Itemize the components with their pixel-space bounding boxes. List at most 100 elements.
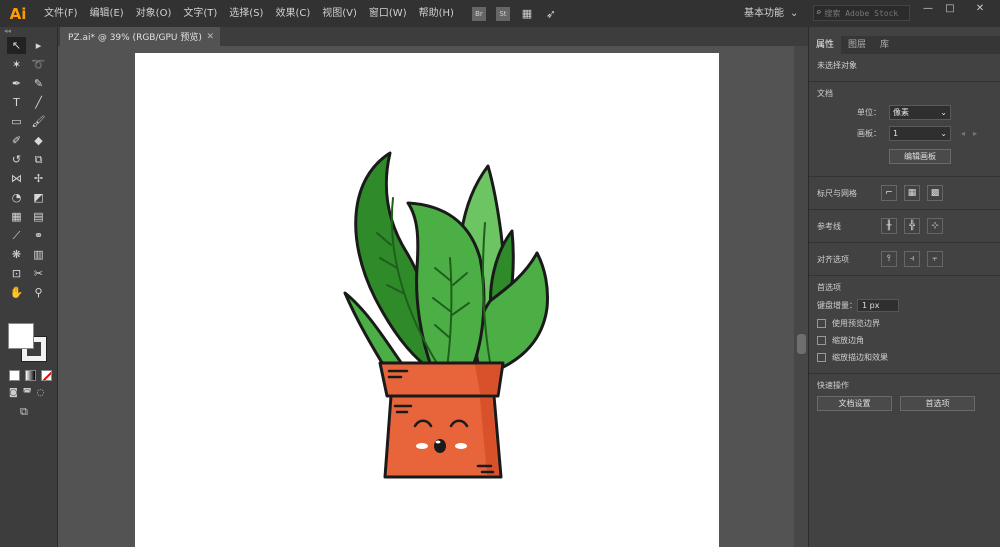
panel-collapse-icon[interactable]	[809, 27, 1000, 36]
menu-window[interactable]: 窗口(W)	[363, 0, 413, 27]
tab-properties[interactable]: 属性	[809, 36, 842, 54]
vertical-scrollbar[interactable]	[794, 46, 808, 547]
document-setup-button[interactable]: 文档设置	[817, 396, 892, 411]
artboard-select[interactable]: 1 ⌄	[889, 126, 951, 141]
hand-tool-icon[interactable]: ✋	[7, 284, 26, 301]
grid-icon[interactable]: ▦	[904, 185, 920, 201]
next-artboard-icon[interactable]: ▸	[973, 129, 977, 138]
magic-wand-tool-icon[interactable]: ✶	[7, 56, 26, 73]
artboard[interactable]	[135, 53, 719, 547]
draw-behind-icon[interactable]: ◚	[23, 388, 32, 398]
selection-tool-icon[interactable]: ↖	[7, 37, 26, 54]
smart-guides-icon[interactable]: ⊹	[927, 218, 943, 234]
minimize-button[interactable]: —	[918, 0, 938, 16]
paintbrush-tool-icon[interactable]: 🖌	[29, 113, 48, 130]
lock-guides-icon[interactable]: ╬	[904, 218, 920, 234]
ruler-icon[interactable]: ⌐	[881, 185, 897, 201]
document-tab[interactable]: PZ.ai* @ 39% (RGB/GPU 预览) ✕	[60, 27, 220, 46]
none-icon[interactable]	[41, 370, 52, 381]
align-to-selection-icon[interactable]: ⫞	[904, 251, 920, 267]
menu-object[interactable]: 对象(O)	[130, 0, 178, 27]
menu-help[interactable]: 帮助(H)	[413, 0, 460, 27]
blend-tool-icon[interactable]: ⚭	[29, 227, 48, 244]
rectangle-tool-icon[interactable]: ▭	[7, 113, 26, 130]
gradient-icon[interactable]	[25, 370, 36, 381]
direct-selection-tool-icon[interactable]: ▸	[29, 37, 48, 54]
mouth-highlight	[435, 440, 441, 444]
symbol-sprayer-tool-icon[interactable]: ❋	[7, 246, 26, 263]
guides-label: 参考线	[817, 221, 841, 231]
prev-artboard-icon[interactable]: ◂	[961, 129, 965, 138]
menu-edit[interactable]: 编辑(E)	[84, 0, 130, 27]
curvature-tool-icon[interactable]: ✎	[29, 75, 48, 92]
artboard-value: 1	[893, 129, 899, 138]
fill-swatch[interactable]	[8, 323, 34, 349]
document-section-title: 文档	[817, 89, 833, 98]
type-tool-icon[interactable]: T	[7, 94, 26, 111]
scrollbar-thumb[interactable]	[797, 334, 806, 354]
shape-builder-tool-icon[interactable]: ◔	[7, 189, 26, 206]
color-mode-row	[9, 370, 52, 381]
tab-libraries[interactable]: 库	[873, 36, 896, 54]
plant-illustration[interactable]	[135, 53, 719, 547]
document-tab-title: PZ.ai* @ 39% (RGB/GPU 预览)	[68, 33, 202, 43]
lasso-tool-icon[interactable]: ➰	[29, 56, 48, 73]
stock-icon[interactable]: St	[495, 6, 510, 21]
puppet-warp-tool-icon[interactable]: ✢	[29, 170, 48, 187]
eyedropper-tool-icon[interactable]: ⟋	[7, 227, 26, 244]
pen-tool-icon[interactable]: ✒	[7, 75, 26, 92]
stock-search[interactable]: ⌕ 搜索 Adobe Stock	[813, 5, 910, 21]
preferences-button[interactable]: 首选项	[900, 396, 975, 411]
send-icon[interactable]: ➶	[544, 7, 558, 21]
transparency-grid-icon[interactable]: ▩	[927, 185, 943, 201]
toolbar-collapse-icon[interactable]: ◂◂	[0, 27, 57, 36]
shaper-tool-icon[interactable]: ✐	[7, 132, 26, 149]
draw-inside-icon[interactable]: ◌	[36, 388, 44, 398]
width-tool-icon[interactable]: ⋈	[7, 170, 26, 187]
show-guides-icon[interactable]: ╫	[881, 218, 897, 234]
screen-mode-icon[interactable]: ⧉	[20, 405, 28, 419]
scale-tool-icon[interactable]: ⧉	[29, 151, 48, 168]
rotate-tool-icon[interactable]: ↺	[7, 151, 26, 168]
menu-file[interactable]: 文件(F)	[38, 0, 84, 27]
scale-corners-label: 缩放边角	[832, 336, 864, 345]
arrange-documents-icon[interactable]: ▦	[520, 7, 534, 21]
align-to-pixel-icon[interactable]: ⫯	[881, 251, 897, 267]
menu-effect[interactable]: 效果(C)	[269, 0, 316, 27]
properties-panel: 属性 图层 库 未选择对象 文档 单位： 像素 ⌄ 画板： 1 ⌄ ◂ ▸ 编辑画板…	[808, 27, 1000, 547]
search-placeholder: 搜索 Adobe Stock	[824, 8, 899, 18]
align-to-key-icon[interactable]: ⫟	[927, 251, 943, 267]
units-select[interactable]: 像素 ⌄	[889, 105, 951, 120]
use-preview-bounds-checkbox[interactable]	[817, 319, 826, 328]
color-icon[interactable]	[9, 370, 20, 381]
tab-layers[interactable]: 图层	[841, 36, 873, 54]
close-window-button[interactable]: ✕	[970, 0, 990, 16]
menu-type[interactable]: 文字(T)	[177, 0, 223, 27]
maximize-button[interactable]: □	[940, 0, 960, 16]
keyboard-increment-input[interactable]: 1 px	[857, 299, 899, 312]
perspective-grid-tool-icon[interactable]: ◩	[29, 189, 48, 206]
column-graph-tool-icon[interactable]: ▥	[29, 246, 48, 263]
mesh-tool-icon[interactable]: ▦	[7, 208, 26, 225]
eraser-tool-icon[interactable]: ◆	[29, 132, 48, 149]
left-cheek	[416, 443, 428, 449]
zoom-tool-icon[interactable]: ⚲	[29, 284, 48, 301]
menu-select[interactable]: 选择(S)	[223, 0, 269, 27]
workspace-switcher[interactable]: 基本功能 ⌄	[744, 4, 798, 19]
menu-view[interactable]: 视图(V)	[316, 0, 363, 27]
keyboard-increment-label: 键盘增量：	[817, 301, 857, 310]
align-options-label: 对齐选项	[817, 254, 849, 264]
menu-bar: Ai 文件(F) 编辑(E) 对象(O) 文字(T) 选择(S) 效果(C) 视…	[0, 0, 1000, 27]
artboard-tool-icon[interactable]: ⊡	[7, 265, 26, 282]
edit-artboards-button[interactable]: 编辑画板	[889, 149, 951, 164]
draw-normal-icon[interactable]: ◙	[9, 388, 18, 398]
bridge-icon[interactable]: Br	[471, 6, 486, 21]
units-label: 单位：	[857, 108, 881, 117]
slice-tool-icon[interactable]: ✂	[29, 265, 48, 282]
scale-strokes-effects-checkbox[interactable]	[817, 353, 826, 362]
gradient-tool-icon[interactable]: ▤	[29, 208, 48, 225]
line-tool-icon[interactable]: ╱	[29, 94, 48, 111]
close-icon[interactable]: ✕	[206, 32, 214, 42]
scale-corners-checkbox[interactable]	[817, 336, 826, 345]
tools-panel: ◂◂ ↖ ▸ ✶ ➰ ✒ ✎ T ╱ ▭ 🖌 ✐ ◆ ↺ ⧉ ⋈ ✢ ◔ ◩ ▦ ▤ ⟋ ⚭ ❋ ▥ ⊡…	[0, 27, 58, 547]
